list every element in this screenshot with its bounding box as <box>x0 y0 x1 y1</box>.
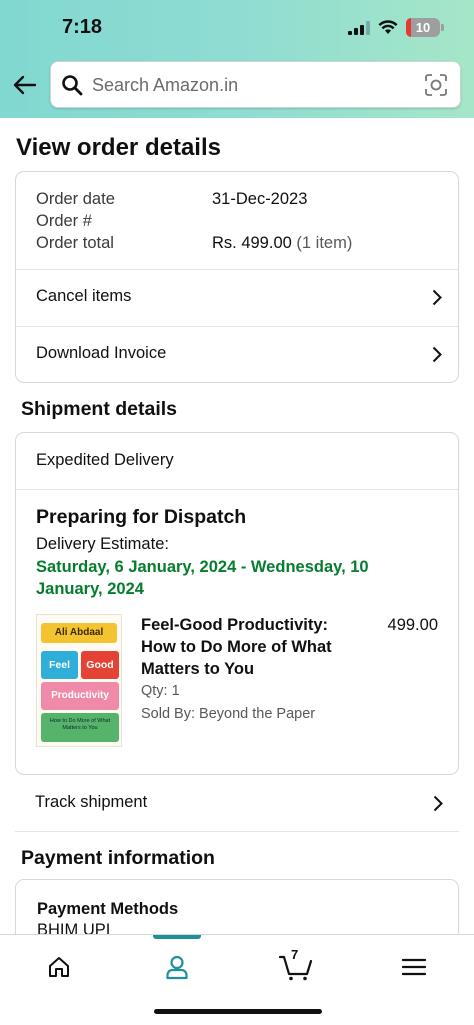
shipment-details-heading: Shipment details <box>21 398 178 420</box>
order-total-label: Order total <box>36 234 114 252</box>
book-cover-word-productivity: Productivity <box>41 682 119 710</box>
order-total-value: Rs. 499.00 (1 item) <box>212 234 352 253</box>
user-icon <box>166 955 188 980</box>
signal-icon <box>348 20 370 35</box>
product-price: 499.00 <box>387 616 438 634</box>
order-date-value: 31-Dec-2023 <box>212 190 308 208</box>
chevron-right-icon <box>433 795 443 812</box>
home-indicator <box>154 1009 322 1014</box>
page-title: View order details <box>16 134 221 161</box>
delivery-type: Expedited Delivery <box>36 451 174 469</box>
shipment-status: Preparing for Dispatch <box>36 506 247 528</box>
order-total-amount: Rs. 499.00 <box>212 234 292 252</box>
cancel-items-label: Cancel items <box>36 287 132 305</box>
cart-count-badge: 7 <box>291 947 299 962</box>
payment-methods-title: Payment Methods <box>37 900 179 918</box>
delivery-estimate-dates: Saturday, 6 January, 2024 - Wednesday, 1… <box>36 558 369 598</box>
shipment-card: Expedited Delivery Preparing for Dispatc… <box>15 432 459 775</box>
status-time: 7:18 <box>62 16 103 38</box>
product-image[interactable]: Ali Abdaal Feel Good Productivity How to… <box>36 614 122 747</box>
tab-home[interactable] <box>34 947 84 987</box>
download-invoice-button[interactable]: Download Invoice <box>16 326 458 382</box>
book-cover-word-feel: Feel <box>41 651 78 679</box>
track-shipment-button[interactable]: Track shipment <box>15 775 459 832</box>
back-button[interactable] <box>10 70 40 100</box>
book-cover-subtitle: How to Do More of What Matters to You <box>41 713 119 742</box>
search-input[interactable]: Search Amazon.in <box>50 61 461 108</box>
search-icon <box>62 75 83 96</box>
home-icon <box>49 957 69 977</box>
download-invoice-label: Download Invoice <box>36 344 167 362</box>
battery-indicator: 10 <box>406 18 444 37</box>
status-icons: 10 <box>348 18 444 37</box>
chevron-right-icon <box>432 346 442 363</box>
divider <box>16 489 458 490</box>
divider <box>15 831 459 832</box>
order-date-label: Order date <box>36 190 115 208</box>
delivery-estimate-label: Delivery Estimate: <box>36 535 169 553</box>
menu-icon <box>402 958 426 976</box>
product-quantity: Qty: 1 <box>141 683 180 699</box>
product-seller: Sold By: Beyond the Paper <box>141 706 316 722</box>
tab-cart[interactable]: 7 <box>271 947 321 987</box>
book-cover-word-good: Good <box>81 651 119 679</box>
chevron-right-icon <box>432 289 442 306</box>
book-cover-author: Ali Abdaal <box>41 623 117 643</box>
tab-menu[interactable] <box>389 947 439 987</box>
search-placeholder: Search Amazon.in <box>92 75 239 95</box>
camera-lens-icon[interactable] <box>424 73 448 97</box>
wifi-icon <box>378 20 398 34</box>
order-summary-card: Order date 31-Dec-2023 Order # Order tot… <box>15 171 459 383</box>
active-tab-indicator <box>153 935 201 939</box>
order-item-count: (1 item) <box>296 234 353 252</box>
cancel-items-button[interactable]: Cancel items <box>16 269 458 326</box>
app-header: 7:18 10 Search Amazon.in <box>0 0 474 118</box>
back-arrow-icon <box>13 75 37 95</box>
track-shipment-label: Track shipment <box>35 793 148 811</box>
product-title-link[interactable]: Feel-Good Productivity: How to Do More o… <box>141 614 361 680</box>
order-number-label: Order # <box>36 212 92 230</box>
payment-information-heading: Payment information <box>21 847 215 869</box>
tab-account[interactable] <box>152 947 202 987</box>
